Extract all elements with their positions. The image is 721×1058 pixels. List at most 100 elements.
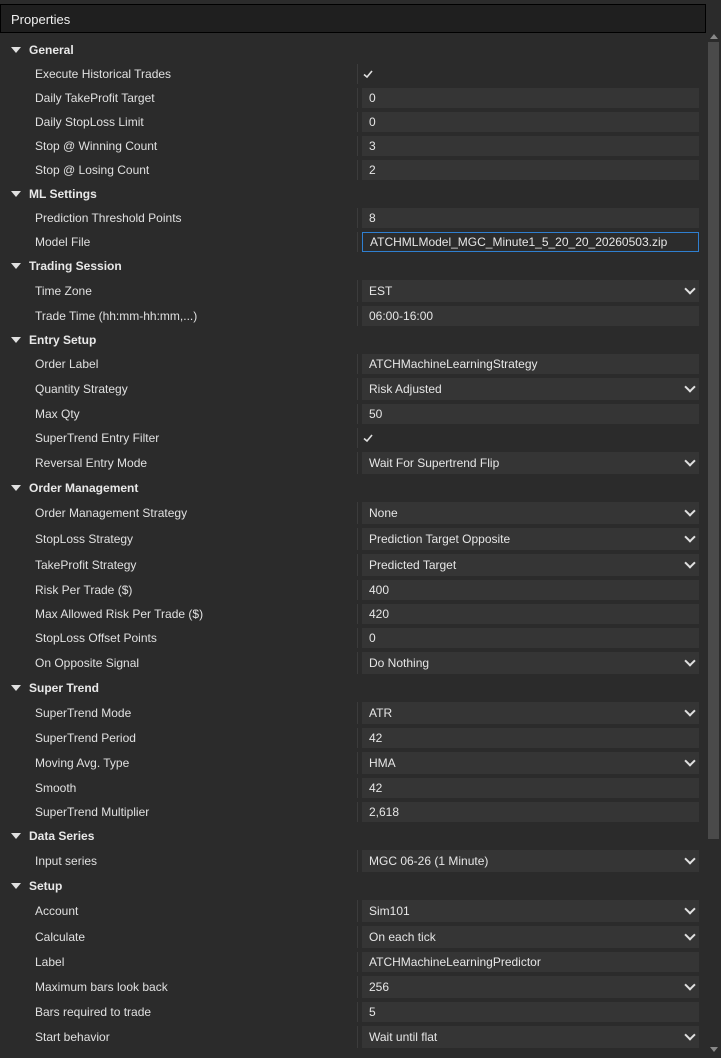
checkbox-checked-icon[interactable] <box>362 68 374 80</box>
property-row-stoploss-strategy: StopLoss Strategy Prediction Target Oppos… <box>0 526 706 552</box>
category-super-trend[interactable]: Super Trend <box>0 676 706 700</box>
vertical-scrollbar[interactable] <box>706 30 721 1058</box>
category-label: Order Management <box>29 481 139 495</box>
column-divider <box>357 850 358 872</box>
moving-avg-type-dropdown[interactable]: HMA <box>362 752 699 774</box>
prediction-threshold-points-input[interactable]: 8 <box>362 208 699 228</box>
takeprofit-strategy-dropdown[interactable]: Predicted Target <box>362 554 699 576</box>
scrollbar-thumb[interactable] <box>708 42 719 839</box>
property-label: Daily StopLoss Limit <box>35 115 144 129</box>
quantity-strategy-dropdown[interactable]: Risk Adjusted <box>362 378 699 400</box>
stoploss-strategy-dropdown[interactable]: Prediction Target Opposite <box>362 528 699 550</box>
collapse-triangle-icon[interactable] <box>11 191 21 197</box>
property-label: Order Management Strategy <box>35 506 188 520</box>
model-file-file-field[interactable]: ATCHMLModel_MGC_Minute1_5_20_20_20260503… <box>362 232 699 252</box>
stop-losing-count-input[interactable]: 2 <box>362 160 699 180</box>
stop-winning-count-input[interactable]: 3 <box>362 136 699 156</box>
column-divider <box>357 354 358 374</box>
property-label: SuperTrend Mode <box>35 706 132 720</box>
time-zone-dropdown[interactable]: EST <box>362 280 699 302</box>
start-behavior-dropdown[interactable]: Wait until flat <box>362 1026 699 1048</box>
chevron-down-icon[interactable] <box>684 283 696 295</box>
reversal-entry-mode-dropdown[interactable]: Wait For Supertrend Flip <box>362 452 699 474</box>
property-label: SuperTrend Entry Filter <box>35 431 160 445</box>
chevron-down-icon[interactable] <box>684 455 696 467</box>
field-value: 5 <box>369 1005 376 1019</box>
category-ml-settings[interactable]: ML Settings <box>0 182 706 206</box>
collapse-triangle-icon[interactable] <box>11 485 21 491</box>
chevron-down-icon[interactable] <box>684 1029 696 1041</box>
daily-stoploss-limit-input[interactable]: 0 <box>362 112 699 132</box>
chevron-down-icon[interactable] <box>684 979 696 991</box>
property-row-reversal-entry-mode: Reversal Entry Mode Wait For Supertrend F… <box>0 450 706 476</box>
chevron-down-icon[interactable] <box>684 381 696 393</box>
collapse-triangle-icon[interactable] <box>11 263 21 269</box>
scroll-up-icon[interactable] <box>710 34 718 39</box>
trade-time-hh-mm-hh-mm-input[interactable]: 06:00-16:00 <box>362 306 699 326</box>
on-opposite-signal-dropdown[interactable]: Do Nothing <box>362 652 699 674</box>
chevron-down-icon[interactable] <box>684 531 696 543</box>
property-row-time-zone: Time Zone EST <box>0 278 706 304</box>
field-value: 420 <box>369 607 390 621</box>
maximum-bars-look-back-dropdown[interactable]: 256 <box>362 976 699 998</box>
property-row-maximum-bars-look-back: Maximum bars look back 256 <box>0 974 706 1000</box>
chevron-down-icon[interactable] <box>684 505 696 517</box>
property-label: Input series <box>35 854 98 868</box>
chevron-down-icon[interactable] <box>684 755 696 767</box>
chevron-down-icon[interactable] <box>684 903 696 915</box>
category-setup[interactable]: Setup <box>0 874 706 898</box>
property-row-on-opposite-signal: On Opposite Signal Do Nothing <box>0 650 706 676</box>
collapse-triangle-icon[interactable] <box>11 883 21 889</box>
order-label-input[interactable]: ATCHMachineLearningStrategy <box>362 354 699 374</box>
category-trading-session[interactable]: Trading Session <box>0 254 706 278</box>
supertrend-mode-dropdown[interactable]: ATR <box>362 702 699 724</box>
property-label: Stop @ Winning Count <box>35 139 158 153</box>
collapse-triangle-icon[interactable] <box>11 833 21 839</box>
field-value: ATCHMLModel_MGC_Minute1_5_20_20_20260503… <box>370 235 668 249</box>
collapse-triangle-icon[interactable] <box>11 685 21 691</box>
supertrend-period-input[interactable]: 42 <box>362 728 699 748</box>
order-management-strategy-dropdown[interactable]: None <box>362 502 699 524</box>
field-value: HMA <box>369 756 396 770</box>
property-row-start-behavior: Start behavior Wait until flat <box>0 1024 706 1050</box>
daily-takeprofit-target-input[interactable]: 0 <box>362 88 699 108</box>
category-label: General <box>29 43 74 57</box>
chevron-down-icon[interactable] <box>684 557 696 569</box>
property-label: Order Label <box>35 357 99 371</box>
chevron-down-icon[interactable] <box>684 929 696 941</box>
scroll-down-icon[interactable] <box>710 1047 718 1052</box>
bars-required-to-trade-input[interactable]: 5 <box>362 1002 699 1022</box>
property-row-stop-losing-count: Stop @ Losing Count 2 <box>0 158 706 182</box>
column-divider <box>357 404 358 424</box>
collapse-triangle-icon[interactable] <box>11 47 21 53</box>
field-value: 400 <box>369 583 390 597</box>
category-general[interactable]: General <box>0 38 706 62</box>
collapse-triangle-icon[interactable] <box>11 337 21 343</box>
category-data-series[interactable]: Data Series <box>0 824 706 848</box>
column-divider <box>357 628 358 648</box>
supertrend-multiplier-input[interactable]: 2,618 <box>362 802 699 822</box>
max-allowed-risk-per-trade-input[interactable]: 420 <box>362 604 699 624</box>
chevron-down-icon[interactable] <box>684 705 696 717</box>
column-divider <box>357 900 358 922</box>
max-qty-input[interactable]: 50 <box>362 404 699 424</box>
label-input[interactable]: ATCHMachineLearningPredictor <box>362 952 699 972</box>
risk-per-trade-input[interactable]: 400 <box>362 580 699 600</box>
calculate-dropdown[interactable]: On each tick <box>362 926 699 948</box>
property-label: Risk Per Trade ($) <box>35 583 133 597</box>
account-dropdown[interactable]: Sim101 <box>362 900 699 922</box>
chevron-down-icon[interactable] <box>684 853 696 865</box>
category-entry-setup[interactable]: Entry Setup <box>0 328 706 352</box>
column-divider <box>357 208 358 228</box>
property-row-daily-takeprofit-target: Daily TakeProfit Target 0 <box>0 86 706 110</box>
column-divider <box>357 428 358 448</box>
category-order-management[interactable]: Order Management <box>0 476 706 500</box>
smooth-input[interactable]: 42 <box>362 778 699 798</box>
property-label: Time Zone <box>35 284 92 298</box>
property-label: Label <box>35 955 65 969</box>
checkbox-checked-icon[interactable] <box>362 432 374 444</box>
chevron-down-icon[interactable] <box>684 655 696 667</box>
field-value: Predicted Target <box>369 558 457 572</box>
stoploss-offset-points-input[interactable]: 0 <box>362 628 699 648</box>
input-series-dropdown[interactable]: MGC 06-26 (1 Minute) <box>362 850 699 872</box>
